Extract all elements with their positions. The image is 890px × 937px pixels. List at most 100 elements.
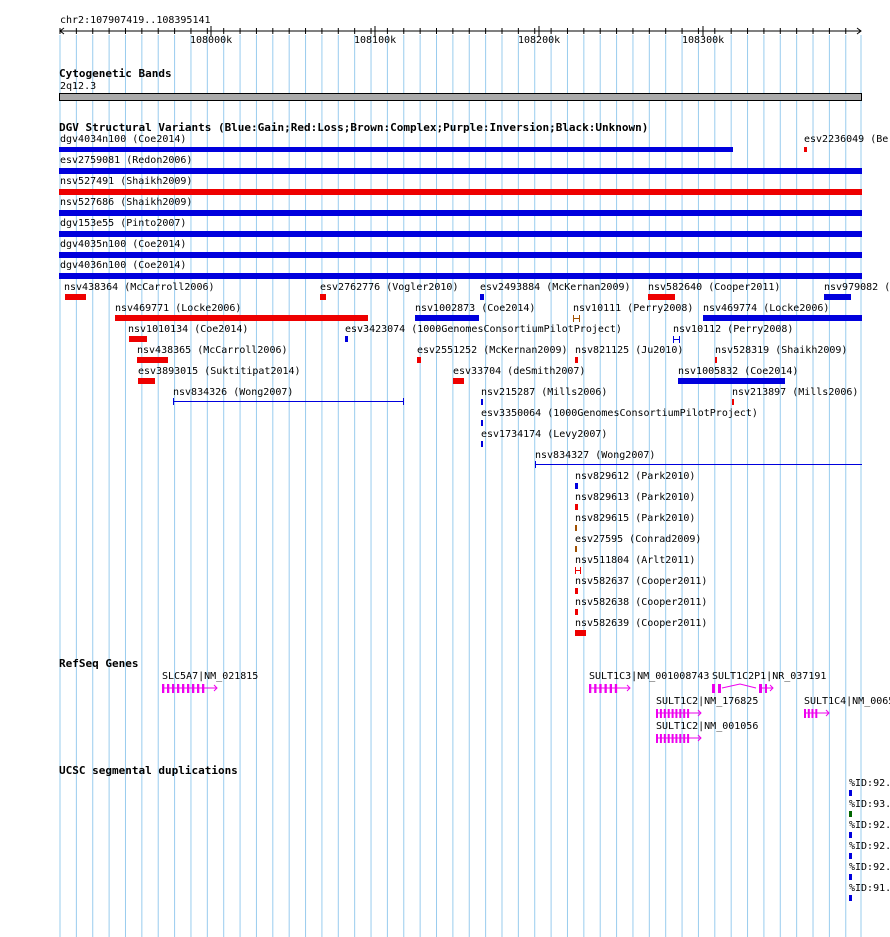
dgv-variant-label: dgv153e55 (Pinto2007) [60, 218, 187, 229]
dgv-variant-label: nsv829615 (Park2010) [575, 513, 696, 524]
dgv-variant-glyph[interactable] [575, 567, 582, 574]
dgv-variant-label: esv2762776 (Vogler2010) [320, 282, 459, 293]
dgv-variant-label: nsv10111 (Perry2008) [573, 303, 694, 314]
dgv-variant-glyph[interactable] [715, 357, 717, 363]
dgv-variant-label: nsv469771 (Locke2006) [115, 303, 242, 314]
dgv-variant-glyph[interactable] [417, 357, 421, 363]
dgv-variant-label: dgv4034n100 (Coe2014) [60, 134, 187, 145]
dgv-variant-glyph[interactable] [115, 315, 368, 321]
dgv-variant-glyph[interactable] [575, 357, 578, 363]
dgv-variant-label: nsv582639 (Cooper2011) [575, 618, 708, 629]
segdup-label: %ID:93. [849, 799, 890, 810]
refseq-gene-label: SULT1C4|NM_0065 [804, 696, 890, 707]
dgv-variant-label: esv2493884 (McKernan2009) [480, 282, 631, 293]
dgv-variant-glyph[interactable] [535, 461, 863, 468]
dgv-variant-label: nsv834327 (Wong2007) [535, 450, 656, 461]
refseq-gene-glyph[interactable] [656, 733, 707, 744]
dgv-variant-glyph[interactable] [173, 398, 405, 405]
dgv-variant-glyph[interactable] [59, 252, 862, 258]
dgv-variant-label: nsv438364 (McCarroll2006) [64, 282, 215, 293]
refseq-gene-glyph[interactable] [162, 683, 223, 694]
dgv-variant-label: esv2759081 (Redon2006) [60, 155, 193, 166]
segdup-label: %ID:92. [849, 820, 890, 831]
dgv-variant-glyph[interactable] [129, 336, 147, 342]
dgv-variant-glyph[interactable] [804, 147, 807, 152]
dgv-variant-glyph[interactable] [703, 315, 862, 321]
dgv-variant-glyph[interactable] [415, 315, 479, 321]
dgv-variant-glyph[interactable] [345, 336, 348, 342]
dgv-variant-label: esv3423074 (1000GenomesConsortiumPilotPr… [345, 324, 622, 335]
dgv-variant-glyph[interactable] [59, 273, 862, 279]
dgv-variant-label: nsv1010134 (Coe2014) [128, 324, 249, 335]
dgv-variant-label: esv2236049 (Ber [804, 134, 890, 145]
refseq-gene-label: SLC5A7|NM_021815 [162, 671, 259, 682]
dgv-variant-label: nsv582637 (Cooper2011) [575, 576, 708, 587]
dgv-variant-label: nsv1005832 (Coe2014) [678, 366, 799, 377]
dgv-variant-label: nsv438365 (McCarroll2006) [137, 345, 288, 356]
dgv-variant-glyph[interactable] [732, 399, 734, 405]
dgv-variant-glyph[interactable] [481, 420, 483, 426]
dgv-variant-glyph[interactable] [59, 189, 862, 195]
dgv-variant-glyph[interactable] [575, 525, 577, 531]
refseq-gene-glyph[interactable] [656, 708, 707, 719]
refseq-gene-label: SULT1C2|NM_001056 [656, 721, 759, 732]
dgv-variant-glyph[interactable] [575, 483, 578, 489]
dgv-variant-label: nsv979082 ( [824, 282, 890, 293]
segdup-glyph[interactable] [849, 853, 852, 859]
dgv-variant-label: nsv527491 (Shaikh2009) [60, 176, 193, 187]
dgv-variant-label: nsv528319 (Shaikh2009) [715, 345, 848, 356]
dgv-variant-label: nsv829612 (Park2010) [575, 471, 696, 482]
dgv-variant-glyph[interactable] [824, 294, 851, 300]
dgv-variant-label: esv2551252 (McKernan2009) [417, 345, 568, 356]
dgv-variant-label: dgv4036n100 (Coe2014) [60, 260, 187, 271]
dgv-variant-glyph[interactable] [575, 630, 586, 636]
dgv-variant-glyph[interactable] [673, 336, 681, 343]
dgv-variant-label: nsv213897 (Mills2006) [732, 387, 859, 398]
dgv-variant-glyph[interactable] [573, 315, 581, 322]
dgv-variant-label: esv27595 (Conrad2009) [575, 534, 702, 545]
dgv-variant-glyph[interactable] [575, 504, 578, 510]
dgv-variant-label: nsv1002873 (Coe2014) [415, 303, 536, 314]
dgv-variant-label: nsv215287 (Mills2006) [481, 387, 608, 398]
tracks-area: dgv4034n100 (Coe2014) esv2236049 (Ber esv2… [0, 0, 890, 937]
dgv-variant-glyph[interactable] [678, 378, 785, 384]
dgv-variant-glyph[interactable] [137, 357, 168, 363]
segdup-label: %ID:92. [849, 778, 890, 789]
dgv-variant-glyph[interactable] [575, 546, 577, 552]
segdup-glyph[interactable] [849, 874, 852, 880]
segdup-label: %ID:91. [849, 883, 890, 894]
dgv-variant-glyph[interactable] [481, 441, 483, 447]
dgv-variant-glyph[interactable] [59, 231, 862, 237]
dgv-variant-glyph[interactable] [59, 210, 862, 216]
dgv-variant-glyph[interactable] [648, 294, 675, 300]
dgv-variant-glyph[interactable] [59, 168, 862, 174]
dgv-variant-label: nsv582638 (Cooper2011) [575, 597, 708, 608]
dgv-variant-label: nsv511804 (Arlt2011) [575, 555, 696, 566]
dgv-variant-label: esv3350064 (1000GenomesConsortiumPilotPr… [481, 408, 758, 419]
refseq-gene-glyph[interactable] [712, 683, 779, 694]
refseq-gene-label: SULT1C3|NM_001008743 [589, 671, 710, 682]
dgv-variant-label: esv3893015 (Suktitipat2014) [138, 366, 301, 377]
refseq-gene-glyph[interactable] [804, 708, 835, 719]
segdup-glyph[interactable] [849, 832, 852, 838]
refseq-gene-glyph[interactable] [589, 683, 636, 694]
dgv-variant-glyph[interactable] [575, 609, 578, 615]
refseq-gene-label: SULT1C2|NM_176825 [656, 696, 759, 707]
dgv-variant-label: nsv527686 (Shaikh2009) [60, 197, 193, 208]
dgv-variant-glyph[interactable] [453, 378, 464, 384]
segdup-label: %ID:92. [849, 862, 890, 873]
dgv-variant-glyph[interactable] [65, 294, 86, 300]
segdup-glyph[interactable] [849, 895, 852, 901]
segdup-glyph[interactable] [849, 811, 852, 817]
dgv-variant-glyph[interactable] [480, 294, 484, 300]
dgv-variant-glyph[interactable] [575, 588, 578, 594]
dgv-variant-glyph[interactable] [138, 378, 155, 384]
dgv-variant-label: nsv834326 (Wong2007) [173, 387, 294, 398]
dgv-variant-glyph[interactable] [320, 294, 326, 300]
dgv-variant-glyph[interactable] [481, 399, 483, 405]
refseq-gene-label: SULT1C2P1|NR_037191 [712, 671, 827, 682]
dgv-variant-label: nsv469774 (Locke2006) [703, 303, 830, 314]
dgv-variant-glyph[interactable] [59, 147, 733, 152]
segdup-glyph[interactable] [849, 790, 852, 796]
dgv-variant-label: nsv829613 (Park2010) [575, 492, 696, 503]
